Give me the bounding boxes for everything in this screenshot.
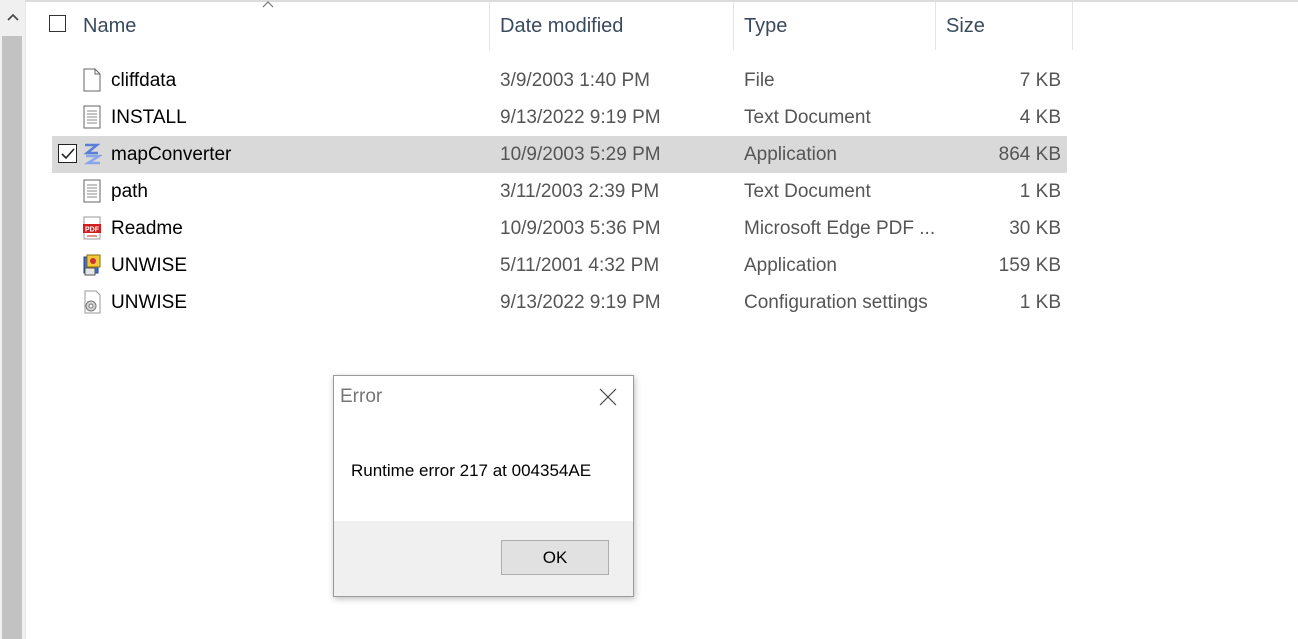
file-date-modified: 3/11/2003 2:39 PM bbox=[500, 181, 660, 202]
file-list: cliffdata 3/9/2003 1:40 PM File 7 KB INS… bbox=[52, 62, 1067, 321]
file-size: 159 KB bbox=[998, 255, 1061, 276]
file-date-modified: 5/11/2001 4:32 PM bbox=[500, 255, 660, 276]
file-name: mapConverter bbox=[111, 144, 232, 165]
text-document-icon bbox=[83, 105, 101, 129]
column-header-name-label: Name bbox=[83, 14, 137, 37]
file-name: path bbox=[111, 181, 148, 202]
dialog-footer: OK bbox=[334, 521, 633, 596]
vertical-scrollbar[interactable] bbox=[0, 0, 26, 639]
checkmark-icon bbox=[60, 147, 75, 159]
file-date-modified: 10/9/2003 5:29 PM bbox=[500, 144, 661, 165]
file-row-selected[interactable]: mapConverter 10/9/2003 5:29 PM Applicati… bbox=[52, 136, 1067, 173]
file-date-modified: 10/9/2003 5:36 PM bbox=[500, 218, 661, 239]
file-row[interactable]: UNWISE 5/11/2001 4:32 PM Application 159… bbox=[52, 247, 1067, 284]
chevron-up-icon bbox=[6, 13, 19, 21]
select-all-checkbox[interactable] bbox=[49, 15, 66, 32]
dialog-close-button[interactable] bbox=[597, 386, 619, 408]
file-row[interactable]: PDF Readme 10/9/2003 5:36 PM Microsoft E… bbox=[52, 210, 1067, 247]
scroll-up-button[interactable] bbox=[0, 0, 25, 34]
row-checkbox[interactable] bbox=[58, 144, 77, 163]
file-name: UNWISE bbox=[111, 292, 187, 313]
file-type: Text Document bbox=[744, 181, 871, 202]
file-name: Readme bbox=[111, 218, 183, 239]
file-row[interactable]: INSTALL 9/13/2022 9:19 PM Text Document … bbox=[52, 99, 1067, 136]
file-size: 7 KB bbox=[1019, 70, 1061, 91]
file-size: 864 KB bbox=[998, 144, 1061, 165]
pdf-icon: PDF bbox=[83, 216, 101, 240]
column-header-date-modified[interactable]: Date modified bbox=[492, 2, 735, 50]
file-type: Application bbox=[744, 144, 837, 165]
file-type: File bbox=[744, 70, 775, 91]
file-size: 1 KB bbox=[1019, 292, 1061, 313]
file-date-modified: 3/9/2003 1:40 PM bbox=[500, 70, 650, 91]
column-header-date-label: Date modified bbox=[500, 14, 624, 37]
column-header-size-label: Size bbox=[946, 14, 985, 37]
file-row[interactable]: cliffdata 3/9/2003 1:40 PM File 7 KB bbox=[52, 62, 1067, 99]
column-header-type-label: Type bbox=[744, 14, 788, 37]
error-dialog: Error Runtime error 217 at 004354AE OK bbox=[333, 375, 634, 597]
file-size: 1 KB bbox=[1019, 181, 1061, 202]
file-name: UNWISE bbox=[111, 255, 187, 276]
pdf-icon-label: PDF bbox=[85, 227, 100, 234]
file-size: 30 KB bbox=[1009, 218, 1061, 239]
text-document-icon bbox=[83, 179, 101, 203]
file-date-modified: 9/13/2022 9:19 PM bbox=[500, 107, 661, 128]
ok-button[interactable]: OK bbox=[501, 540, 609, 575]
column-header-name[interactable]: Name bbox=[75, 2, 489, 50]
column-separator[interactable] bbox=[489, 2, 490, 50]
column-header-bar: Name Date modified Type Size bbox=[25, 1, 1073, 52]
file-type: Text Document bbox=[744, 107, 871, 128]
column-header-size[interactable]: Size bbox=[938, 2, 1072, 50]
file-type: Configuration settings bbox=[744, 292, 928, 313]
column-separator[interactable] bbox=[733, 2, 734, 50]
column-separator[interactable] bbox=[935, 2, 936, 50]
close-icon bbox=[599, 388, 617, 406]
file-date-modified: 9/13/2022 9:19 PM bbox=[500, 292, 661, 313]
dialog-title: Error bbox=[340, 386, 383, 407]
application-icon bbox=[83, 143, 102, 165]
file-name: cliffdata bbox=[111, 70, 177, 91]
file-size: 4 KB bbox=[1019, 107, 1061, 128]
column-separator[interactable] bbox=[1072, 2, 1073, 50]
sort-ascending-icon bbox=[262, 1, 274, 8]
installer-icon bbox=[83, 254, 101, 276]
file-row[interactable]: path 3/11/2003 2:39 PM Text Document 1 K… bbox=[52, 173, 1067, 210]
file-name: INSTALL bbox=[111, 107, 187, 128]
scrollbar-thumb[interactable] bbox=[2, 36, 22, 639]
blank-file-icon bbox=[83, 68, 101, 92]
file-type: Microsoft Edge PDF ... bbox=[744, 218, 936, 239]
dialog-message: Runtime error 217 at 004354AE bbox=[351, 461, 592, 480]
file-type: Application bbox=[744, 255, 837, 276]
column-header-type[interactable]: Type bbox=[736, 2, 936, 50]
file-row[interactable]: UNWISE 9/13/2022 9:19 PM Configuration s… bbox=[52, 284, 1067, 321]
config-settings-icon bbox=[84, 290, 101, 314]
